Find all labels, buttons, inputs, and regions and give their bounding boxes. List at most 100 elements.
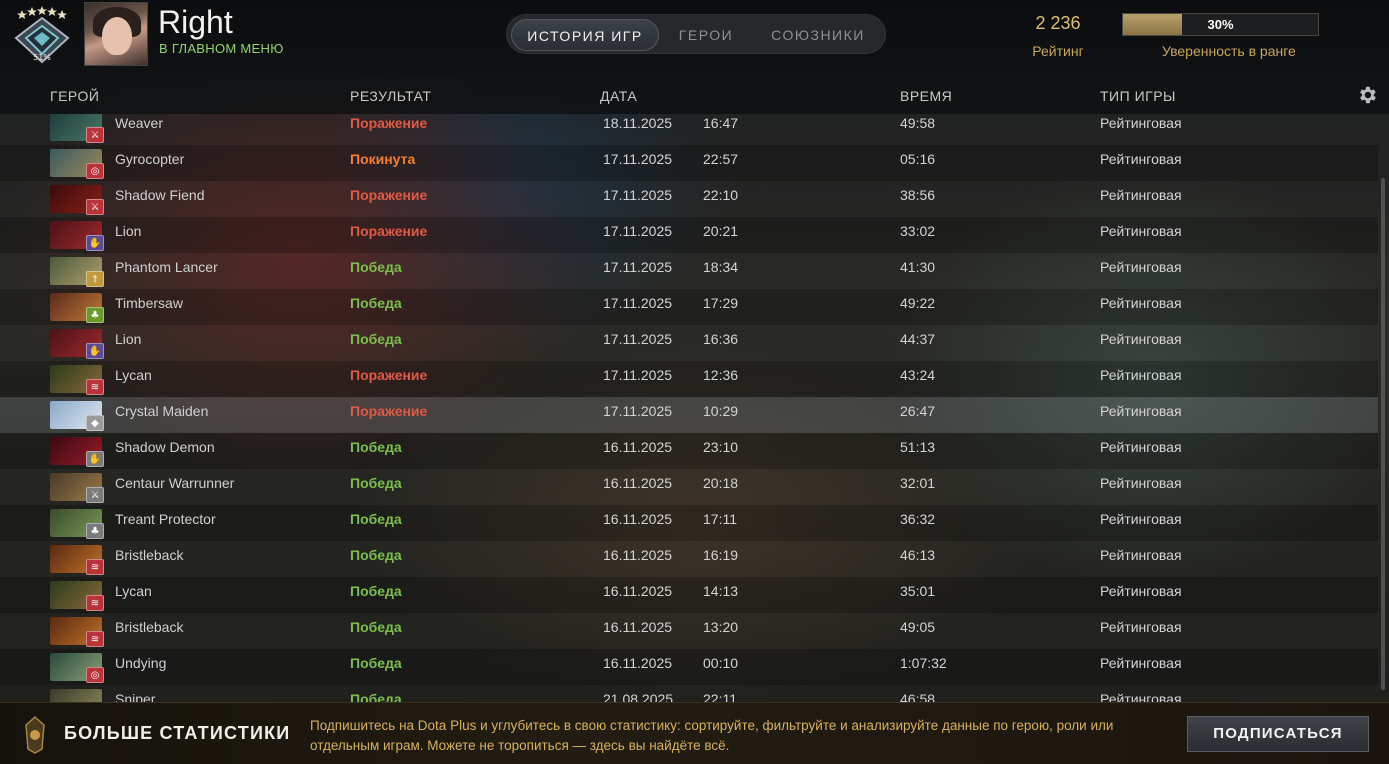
match-time: 14:13 <box>703 583 739 599</box>
scrollbar[interactable] <box>1381 178 1385 690</box>
dota-plus-icon <box>25 715 45 754</box>
game-type: Рейтинговая <box>1100 151 1182 167</box>
player-name[interactable]: Right <box>158 4 233 41</box>
match-date: 17.11.2025 <box>603 295 673 311</box>
match-result: Победа <box>350 295 402 311</box>
match-duration: 35:01 <box>900 583 936 599</box>
table-row[interactable]: ≋ Bristleback Победа 16.11.2025 13:20 49:05 Ре… <box>0 613 1378 649</box>
match-result: Поражение <box>350 367 428 383</box>
match-date: 17.11.2025 <box>603 187 673 203</box>
match-result: Победа <box>350 331 402 347</box>
tab-bar: ИСТОРИЯ ИГР ГЕРОИ СОЮЗНИКИ <box>506 14 886 54</box>
table-row[interactable]: ♣ Timbersaw Победа 17.11.2025 17:29 49:22 Рейт… <box>0 289 1378 325</box>
hero-name: Treant Protector <box>115 511 216 527</box>
claw-icon: ≋ <box>86 595 104 611</box>
game-type: Рейтинговая <box>1100 223 1182 239</box>
match-result: Победа <box>350 547 402 563</box>
table-row[interactable]: ◎ Undying Победа 16.11.2025 00:10 1:07:32 Рейт… <box>0 649 1378 685</box>
table-row[interactable]: ⚔ Weaver Поражение 18.11.2025 16:47 49:58 Рейт… <box>0 114 1378 145</box>
match-result: Победа <box>350 583 402 599</box>
match-duration: 51:13 <box>900 439 936 455</box>
table-row[interactable]: ✋ Lion Победа 17.11.2025 16:36 44:37 Рейтингов… <box>0 325 1378 361</box>
tree-icon: ♣ <box>86 523 104 539</box>
match-date: 16.11.2025 <box>603 583 673 599</box>
hero-name: Lycan <box>115 367 152 383</box>
column-hero[interactable]: ГЕРОЙ <box>50 88 99 104</box>
table-row[interactable]: ⚔ Shadow Fiend Поражение 17.11.2025 22:10 38:… <box>0 181 1378 217</box>
table-row[interactable]: ⚔ Centaur Warrunner Победа 16.11.2025 20:18 3… <box>0 469 1378 505</box>
hero-name: Weaver <box>115 115 163 131</box>
rank-confidence-bar: 30% <box>1122 13 1319 36</box>
top-bar: 51% Right В ГЛАВНОМ МЕНЮ ИСТОРИЯ ИГР ГЕР… <box>0 0 1389 78</box>
column-game-type[interactable]: ТИП ИГРЫ <box>1100 88 1176 104</box>
game-type: Рейтинговая <box>1100 619 1182 635</box>
dota-plus-promo: БОЛЬШЕ СТАТИСТИКИ Подпишитесь на Dota Pl… <box>0 702 1389 764</box>
column-result[interactable]: РЕЗУЛЬТАТ <box>350 88 431 104</box>
match-result: Победа <box>350 655 402 671</box>
table-row[interactable]: ◎ Gyrocopter Покинута 17.11.2025 22:57 05:16 Р… <box>0 145 1378 181</box>
gear-icon[interactable] <box>1356 84 1378 106</box>
match-date: 17.11.2025 <box>603 331 673 347</box>
table-header: ГЕРОЙ РЕЗУЛЬТАТ ДАТА ВРЕМЯ ТИП ИГРЫ <box>0 78 1389 114</box>
hero-name: Undying <box>115 655 167 671</box>
table-row[interactable]: ≋ Lycan Поражение 17.11.2025 12:36 43:24 Рейти… <box>0 361 1378 397</box>
match-result: Победа <box>350 475 402 491</box>
rating-value: 2 236 <box>1035 13 1081 33</box>
match-date: 17.11.2025 <box>603 367 673 383</box>
table-row[interactable]: ♣ Treant Protector Победа 16.11.2025 17:11 36… <box>0 505 1378 541</box>
claw-icon: ≋ <box>86 559 104 575</box>
avatar-face <box>102 17 132 55</box>
match-duration: 49:58 <box>900 115 936 131</box>
match-time: 16:19 <box>703 547 739 563</box>
table-row[interactable]: ≋ Lycan Победа 16.11.2025 14:13 35:01 Рейтинго… <box>0 577 1378 613</box>
table-row[interactable]: ✋ Shadow Demon Победа 16.11.2025 23:10 51:13 Р… <box>0 433 1378 469</box>
hero-name: Phantom Lancer <box>115 259 218 275</box>
hero-name: Sniper <box>115 691 156 702</box>
match-date: 16.11.2025 <box>603 475 673 491</box>
match-time: 22:11 <box>703 691 737 702</box>
game-type: Рейтинговая <box>1100 259 1182 275</box>
match-time: 23:10 <box>703 439 739 455</box>
match-date: 17.11.2025 <box>603 223 673 239</box>
tab-allies[interactable]: СОЮЗНИКИ <box>755 19 881 51</box>
column-duration[interactable]: ВРЕМЯ <box>900 88 952 104</box>
hero-name: Crystal Maiden <box>115 403 209 419</box>
column-date[interactable]: ДАТА <box>600 88 637 104</box>
match-result: Победа <box>350 691 402 702</box>
match-duration: 05:16 <box>900 151 936 167</box>
tab-heroes[interactable]: ГЕРОИ <box>661 19 751 51</box>
match-result: Поражение <box>350 115 428 131</box>
rank-confidence-label: Уверенность в ранге <box>1162 43 1296 59</box>
target-icon: ◎ <box>86 667 104 683</box>
crossed-swords-icon: ⚔ <box>86 487 104 503</box>
table-row[interactable]: ≋ Bristleback Победа 16.11.2025 16:19 46:13 Ре… <box>0 541 1378 577</box>
game-type: Рейтинговая <box>1100 691 1182 702</box>
game-type: Рейтинговая <box>1100 475 1182 491</box>
match-duration: 26:47 <box>900 403 936 419</box>
table-row[interactable]: ◆ Crystal Maiden Поражение 17.11.2025 10:29 2… <box>0 397 1378 433</box>
hero-name: Lion <box>115 331 142 347</box>
game-type: Рейтинговая <box>1100 187 1182 203</box>
game-type: Рейтинговая <box>1100 655 1182 671</box>
match-result: Покинута <box>350 151 416 167</box>
player-status: В ГЛАВНОМ МЕНЮ <box>159 41 284 56</box>
match-duration: 46:58 <box>900 691 936 702</box>
match-time: 18:34 <box>703 259 739 275</box>
match-time: 20:21 <box>703 223 739 239</box>
promo-text: Подпишитесь на Dota Plus и углубитесь в … <box>310 718 1114 753</box>
hero-name: Lycan <box>115 583 152 599</box>
match-result: Поражение <box>350 223 428 239</box>
hero-name: Lion <box>115 223 142 239</box>
table-row[interactable]: ◎SniperПобеда21.08.202522:1146:58Рейтинг… <box>0 685 1378 702</box>
table-row[interactable]: ✋ Lion Поражение 17.11.2025 20:21 33:02 Рейтин… <box>0 217 1378 253</box>
hero-name: Bristleback <box>115 619 184 635</box>
avatar[interactable] <box>84 2 148 66</box>
game-type: Рейтинговая <box>1100 367 1182 383</box>
table-row[interactable]: † Phantom Lancer Победа 17.11.2025 18:34 41:3… <box>0 253 1378 289</box>
match-duration: 46:13 <box>900 547 936 563</box>
crossed-swords-icon: ⚔ <box>86 199 104 215</box>
hand-icon: ✋ <box>86 343 104 359</box>
subscribe-button[interactable]: ПОДПИСАТЬСЯ <box>1187 716 1369 752</box>
tab-match-history[interactable]: ИСТОРИЯ ИГР <box>511 19 659 51</box>
match-time: 17:11 <box>703 511 737 527</box>
